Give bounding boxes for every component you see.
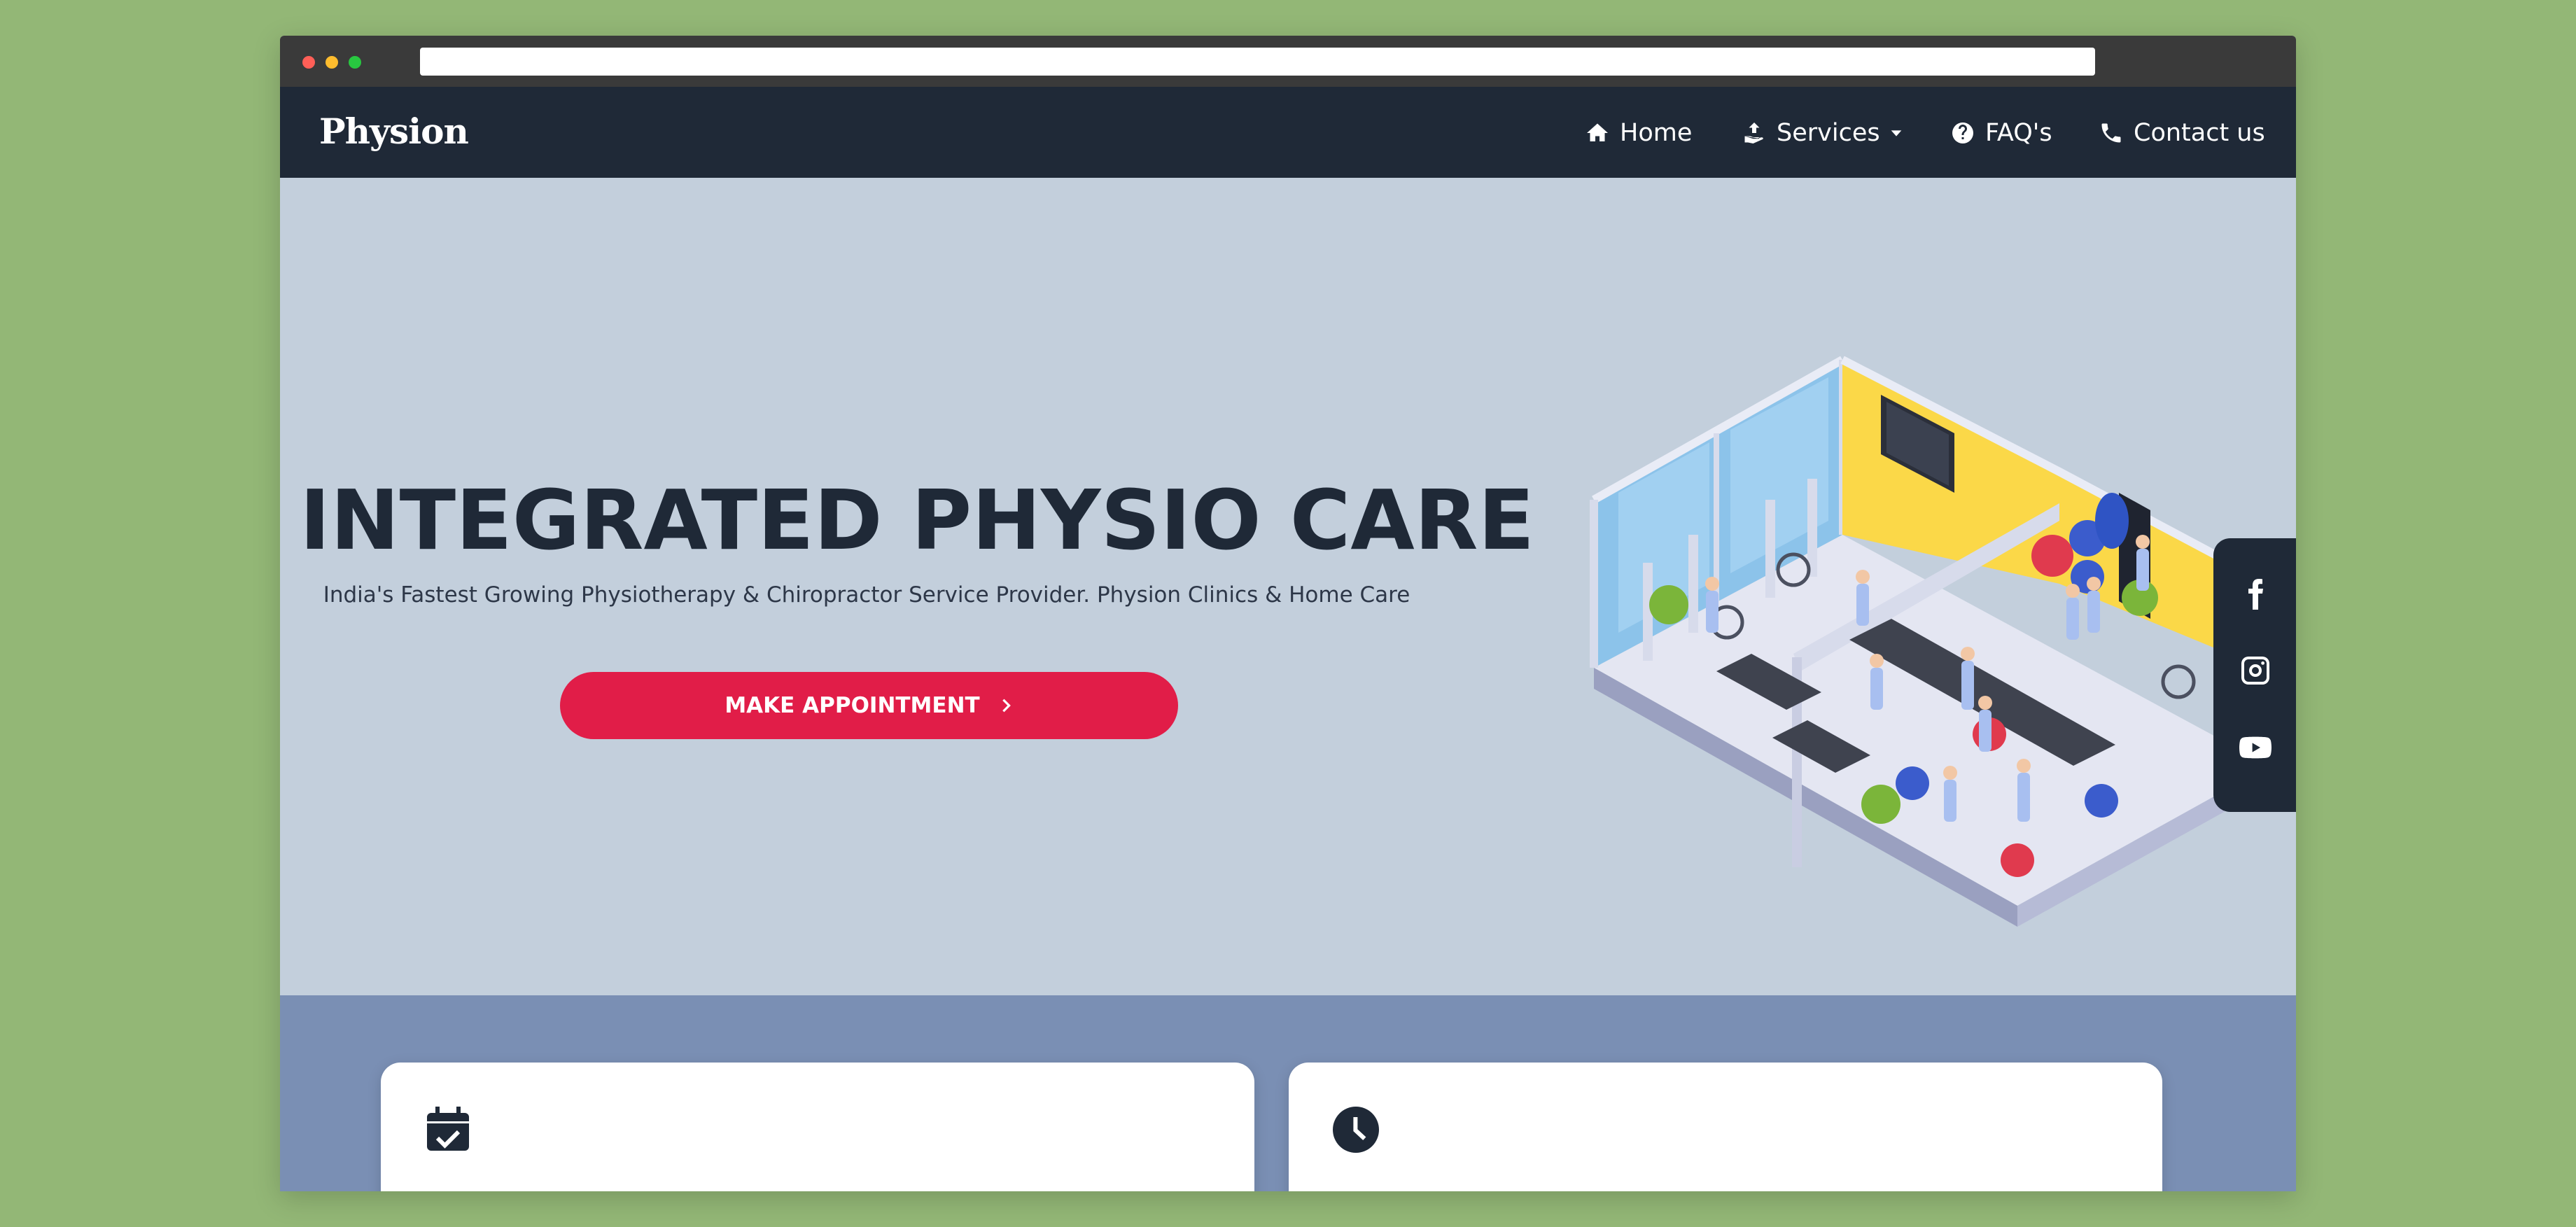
- browser-window: Physion Home Services FAQ's Contact us I…: [280, 36, 2296, 1191]
- nav-services-label: Services: [1777, 119, 1880, 147]
- browser-chrome: [280, 36, 2296, 87]
- chevron-down-icon: [1891, 130, 1901, 136]
- make-appointment-label: MAKE APPOINTMENT: [724, 693, 980, 718]
- nav-contact-label: Contact us: [2134, 119, 2265, 147]
- youtube-icon: [2239, 736, 2272, 759]
- minimize-window-button[interactable]: [326, 56, 338, 69]
- hero-section: INTEGRATED PHYSIO CARE India's Fastest G…: [280, 178, 2296, 995]
- nav-faqs-label: FAQ's: [1985, 119, 2052, 147]
- hours-card[interactable]: [1289, 1063, 2162, 1191]
- top-navbar: Physion Home Services FAQ's Contact us: [280, 87, 2296, 178]
- home-icon: [1587, 123, 1608, 141]
- chevron-right-icon: [1002, 699, 1011, 713]
- appointment-card[interactable]: [381, 1063, 1254, 1191]
- nav-services[interactable]: Services: [1742, 118, 1904, 148]
- nav-home[interactable]: Home: [1585, 118, 1692, 148]
- nav-home-label: Home: [1620, 119, 1693, 147]
- brand-logo[interactable]: Physion: [319, 111, 469, 152]
- instagram-icon: [2241, 657, 2269, 685]
- nav-contact[interactable]: Contact us: [2099, 118, 2265, 148]
- hero-title: INTEGRATED PHYSIO CARE: [300, 472, 1535, 568]
- calendar-check-icon-wrap: [423, 1105, 473, 1155]
- hero-subtitle: India's Fastest Growing Physiotherapy & …: [323, 582, 1410, 608]
- make-appointment-button[interactable]: MAKE APPOINTMENT: [560, 672, 1178, 739]
- youtube-link[interactable]: [2239, 731, 2272, 764]
- clock-icon-wrap: [1331, 1105, 1381, 1155]
- address-bar[interactable]: [420, 48, 2095, 76]
- facebook-icon: [2248, 579, 2263, 610]
- nav-faqs[interactable]: FAQ's: [1950, 118, 2052, 148]
- maximize-window-button[interactable]: [349, 56, 361, 69]
- hand-upload-icon: [1744, 122, 1763, 143]
- calendar-check-icon: [427, 1107, 469, 1151]
- close-window-button[interactable]: [302, 56, 315, 69]
- facebook-link[interactable]: [2239, 577, 2272, 611]
- info-band: [280, 995, 2296, 1191]
- instagram-link[interactable]: [2239, 654, 2272, 687]
- social-sidebar: [2213, 538, 2296, 812]
- phone-icon: [2101, 123, 2121, 143]
- clock-icon: [1333, 1107, 1379, 1153]
- question-circle-icon: [1952, 122, 1973, 143]
- clinic-illustration: [1590, 356, 2296, 927]
